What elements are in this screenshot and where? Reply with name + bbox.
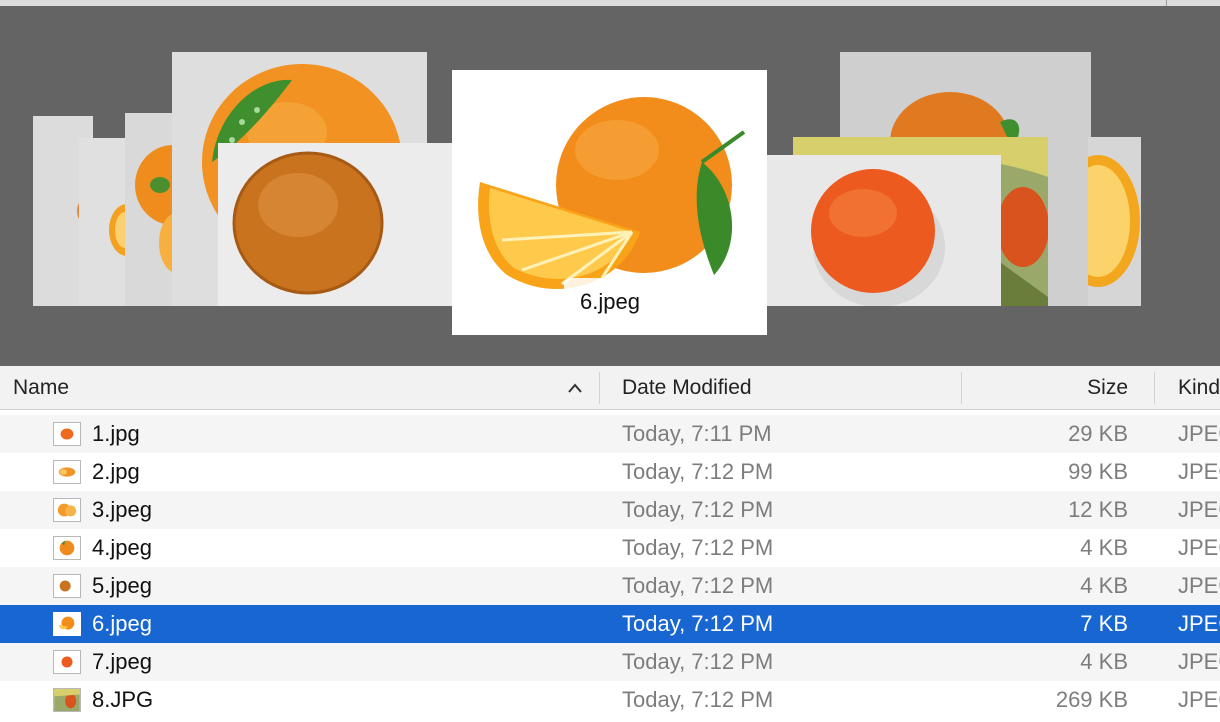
file-kind: JPEG image	[1178, 497, 1220, 522]
file-size: 4 KB	[1080, 649, 1128, 674]
file-name: 5.jpeg	[92, 573, 152, 598]
file-kind: JPEG image	[1178, 535, 1220, 560]
cover-flow[interactable]: 6.jpeg	[0, 0, 1220, 366]
column-header: Name Date Modified Size Kind	[0, 366, 1220, 410]
image-file-icon	[53, 422, 81, 446]
file-name: 2.jpg	[92, 459, 140, 484]
file-row[interactable]: 8.JPG Today, 7:12 PM 269 KB JPEG image	[0, 681, 1220, 719]
file-row[interactable]: 2.jpg Today, 7:12 PM 99 KB JPEG image	[0, 453, 1220, 491]
column-kind-header[interactable]: Kind	[1178, 366, 1220, 410]
file-date: Today, 7:12 PM	[622, 535, 774, 560]
file-name: 7.jpeg	[92, 649, 152, 674]
image-file-icon	[53, 688, 81, 712]
file-name: 8.JPG	[92, 687, 154, 712]
file-row[interactable]: 1.jpg Today, 7:11 PM 29 KB JPEG image	[0, 415, 1220, 453]
cover-9[interactable]	[1088, 137, 1141, 306]
file-date: Today, 7:12 PM	[622, 649, 774, 674]
file-size: 4 KB	[1080, 535, 1128, 560]
chevron-up-icon[interactable]	[564, 366, 586, 410]
file-date: Today, 7:12 PM	[622, 459, 774, 484]
file-kind: JPEG image	[1178, 649, 1220, 674]
image-file-icon	[53, 498, 81, 522]
file-size: 29 KB	[1068, 421, 1128, 446]
image-file-icon	[53, 536, 81, 560]
file-row[interactable]: 6.jpeg Today, 7:12 PM 7 KB JPEG image	[0, 605, 1220, 643]
cover-7-front[interactable]	[767, 155, 1001, 306]
file-name: 1.jpg	[92, 421, 140, 446]
image-file-icon	[53, 574, 81, 598]
file-size: 99 KB	[1068, 459, 1128, 484]
column-date-header[interactable]: Date Modified	[622, 366, 922, 410]
file-kind: JPEG image	[1178, 421, 1220, 446]
file-kind: JPEG image	[1178, 459, 1220, 484]
window-top-edge	[0, 0, 1220, 6]
column-name-header[interactable]: Name	[13, 366, 213, 410]
image-file-icon	[53, 460, 81, 484]
image-file-icon	[53, 650, 81, 674]
file-date: Today, 7:12 PM	[622, 687, 774, 712]
file-size: 12 KB	[1068, 497, 1128, 522]
column-size-header[interactable]: Size	[962, 366, 1128, 410]
file-name: 3.jpeg	[92, 497, 152, 522]
file-kind: JPEG image	[1178, 573, 1220, 598]
file-size: 7 KB	[1080, 611, 1128, 636]
cover-5[interactable]	[218, 143, 454, 306]
file-row[interactable]: 5.jpeg Today, 7:12 PM 4 KB JPEG image	[0, 567, 1220, 605]
file-date: Today, 7:12 PM	[622, 611, 774, 636]
file-date: Today, 7:12 PM	[622, 497, 774, 522]
file-date: Today, 7:12 PM	[622, 573, 774, 598]
file-name: 6.jpeg	[92, 611, 152, 636]
file-row[interactable]: 3.jpeg Today, 7:12 PM 12 KB JPEG image	[0, 491, 1220, 529]
file-date: Today, 7:11 PM	[622, 421, 772, 446]
file-row[interactable]: 7.jpeg Today, 7:12 PM 4 KB JPEG image	[0, 643, 1220, 681]
selected-file-caption: 6.jpeg	[564, 278, 656, 326]
file-name: 4.jpeg	[92, 535, 152, 560]
file-size: 4 KB	[1080, 573, 1128, 598]
file-kind: JPEG image	[1178, 687, 1220, 712]
file-list[interactable]: Name Date Modified Size Kind 1.jpg Today,…	[0, 366, 1220, 722]
file-kind: JPEG image	[1178, 611, 1220, 636]
file-row[interactable]: 4.jpeg Today, 7:12 PM 4 KB JPEG image	[0, 529, 1220, 567]
image-file-icon	[53, 612, 81, 636]
file-size: 269 KB	[1055, 687, 1128, 712]
